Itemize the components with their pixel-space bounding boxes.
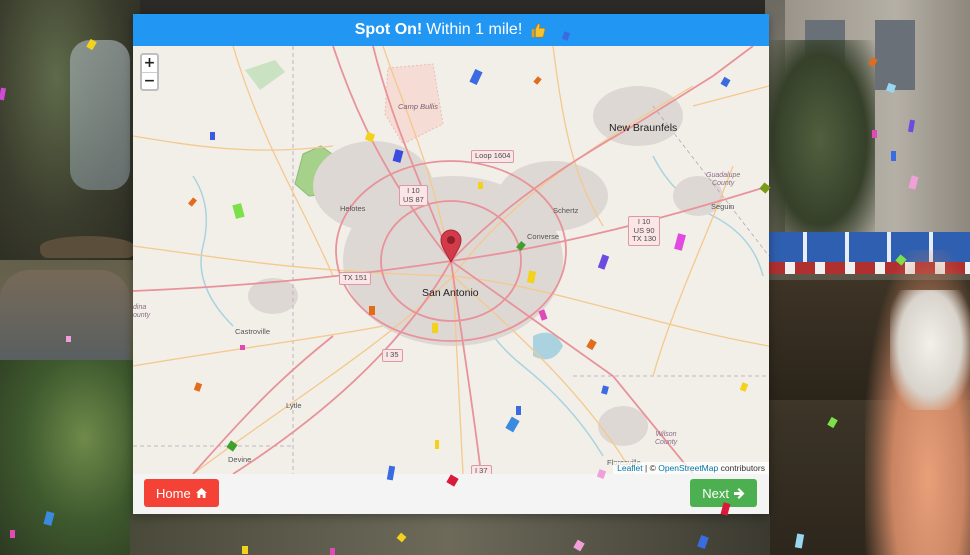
map-label-san-antonio: San Antonio — [422, 287, 479, 299]
shield-i10-us87: I 10 US 87 — [399, 185, 428, 207]
attribution-separator: | © — [642, 463, 659, 473]
home-button-label: Home — [156, 485, 191, 501]
map-attribution: Leaflet | © OpenStreetMap contributors — [613, 462, 769, 474]
map-label-schertz: Schertz — [553, 206, 579, 215]
map-label-wilson-county: Wilson County — [655, 431, 678, 446]
zoom-control: + − — [140, 53, 159, 91]
map-label-devine: Devine — [228, 455, 252, 464]
urban-area — [248, 86, 723, 446]
result-detail: Within 1 mile! — [426, 21, 523, 38]
map-label-converse: Converse — [527, 232, 560, 241]
shield-i37: I 37 — [471, 465, 492, 474]
map-label-medina-county: dina ounty — [133, 304, 151, 319]
modal-footer: Home Next — [133, 474, 769, 514]
leaflet-link[interactable]: Leaflet — [617, 463, 643, 473]
map-marker-icon[interactable] — [440, 229, 462, 263]
shield-i10-us90-tx130: I 10 US 90 TX 130 — [628, 216, 661, 246]
zoom-out-button[interactable]: − — [142, 71, 157, 90]
result-headline: Spot On! — [354, 21, 423, 38]
thumbs-up-icon — [531, 23, 546, 38]
attribution-suffix: contributors — [718, 463, 765, 473]
map-label-lytle: Lytle — [286, 401, 302, 410]
home-button[interactable]: Home — [144, 479, 219, 507]
result-modal: Spot On! Within 1 mile! Camp Bullis New … — [133, 14, 769, 514]
home-icon — [195, 488, 207, 498]
result-map[interactable]: Camp Bullis New Braunfels Guadalupe Coun… — [133, 46, 769, 474]
map-label-guadalupe-county: Guadalupe County — [706, 172, 741, 187]
shield-i35: I 35 — [382, 349, 403, 362]
map-label-helotes: Helotes — [340, 204, 366, 213]
map-label-new-braunfels: New Braunfels — [609, 122, 678, 134]
shield-loop-1604: Loop 1604 — [471, 150, 515, 163]
next-button[interactable]: Next — [690, 479, 757, 507]
map-label-seguin: Seguin — [711, 202, 735, 211]
shield-tx151: TX 151 — [339, 272, 372, 285]
zoom-in-button[interactable]: + — [142, 55, 157, 72]
next-button-label: Next — [702, 485, 729, 501]
arrow-right-icon — [734, 487, 745, 499]
map-label-castroville: Castroville — [235, 327, 271, 336]
result-header: Spot On! Within 1 mile! — [133, 14, 769, 46]
openstreetmap-link[interactable]: OpenStreetMap — [658, 463, 718, 473]
map-label-camp-bullis: Camp Bullis — [398, 102, 439, 111]
